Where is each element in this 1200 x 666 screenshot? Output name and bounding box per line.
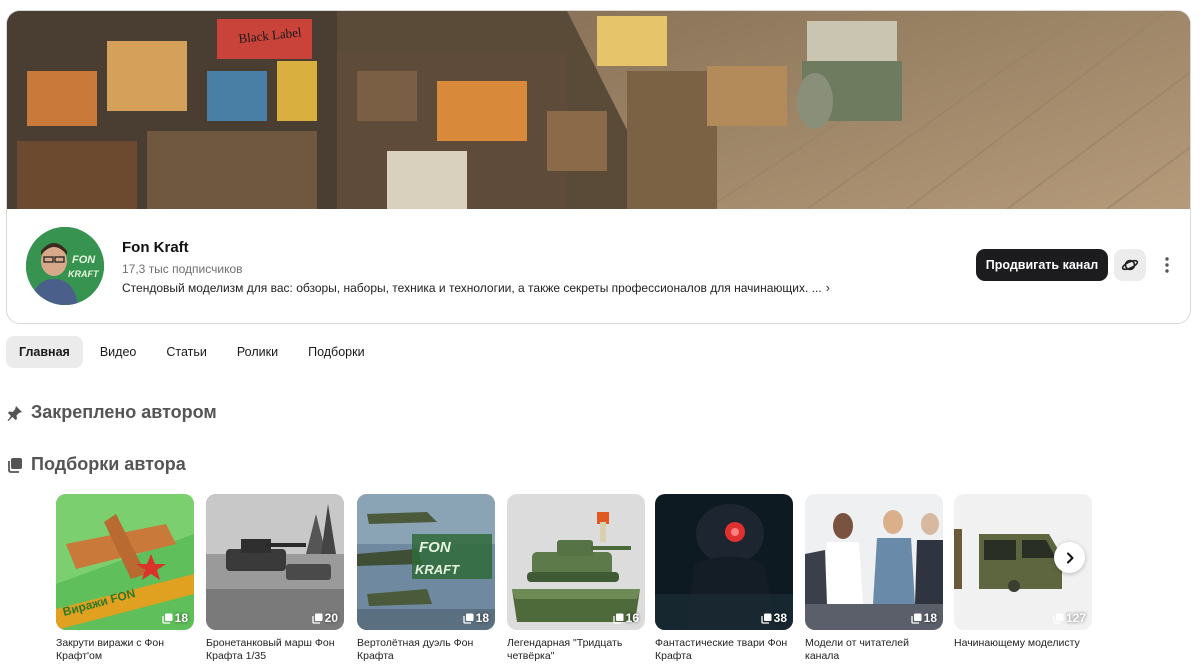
chevron-right-icon	[1066, 552, 1073, 563]
channel-header-card: Black Label FON KRAFT Fon Kraft 17,3 тыс…	[6, 10, 1191, 324]
promote-channel-button[interactable]: Продвигать канал	[976, 249, 1108, 281]
collection-card[interactable]: 18 Модели от читателей канала	[805, 494, 943, 662]
more-options-button[interactable]	[1157, 252, 1177, 278]
collection-thumbnail[interactable]: 38	[655, 494, 793, 630]
tab-articles[interactable]: Статьи	[153, 336, 220, 368]
collection-thumbnail[interactable]: 18	[805, 494, 943, 630]
planet-button[interactable]	[1114, 249, 1146, 281]
collection-stack-icon	[1053, 613, 1064, 624]
collection-thumbnail[interactable]: FON KRAFT 18	[357, 494, 495, 630]
chevron-right-icon[interactable]: ›	[826, 280, 830, 295]
avatar-logo-top: FON	[72, 254, 96, 266]
collection-stack-icon	[462, 613, 474, 624]
collections-section-title: Подборки автора	[6, 454, 186, 475]
collection-count-badge: 18	[910, 611, 937, 625]
collection-count-badge: 18	[161, 611, 188, 625]
collection-title[interactable]: Фантастические твари Фон Крафта	[655, 637, 793, 662]
tab-main[interactable]: Главная	[6, 336, 83, 368]
channel-tabs: Главная Видео Статьи Ролики Подборки	[6, 336, 378, 368]
collection-stack-icon	[161, 613, 173, 624]
planet-icon	[1121, 259, 1139, 271]
collection-title[interactable]: Легендарная "Тридцать четвёрка"	[507, 637, 645, 662]
collection-stack-icon	[6, 456, 24, 474]
tab-collections[interactable]: Подборки	[295, 336, 377, 368]
collection-count-badge: 16	[612, 611, 639, 625]
collection-count: 16	[625, 611, 639, 625]
channel-banner: Black Label	[7, 11, 1190, 209]
collection-count: 18	[923, 611, 937, 625]
channel-name[interactable]: Fon Kraft	[122, 239, 189, 256]
collection-card[interactable]: Виражи FON 18 Закрути виражи с Фон Крафт…	[56, 494, 194, 662]
collections-section-label: Подборки автора	[31, 454, 186, 474]
collection-count: 38	[773, 611, 787, 625]
tab-shorts[interactable]: Ролики	[224, 336, 291, 368]
collection-count-badge: 38	[760, 611, 787, 625]
collection-count: 18	[475, 611, 489, 625]
collection-count-badge: 127	[1053, 611, 1086, 625]
subscriber-count: 17,3 тыс подписчиков	[122, 262, 243, 276]
avatar-logo-bottom: KRAFT	[68, 269, 100, 279]
collection-count: 127	[1065, 611, 1086, 625]
tab-videos[interactable]: Видео	[87, 336, 150, 368]
collection-thumbnail[interactable]: 16	[507, 494, 645, 630]
collection-thumbnail[interactable]: 20	[206, 494, 344, 630]
collections-carousel: Виражи FON 18 Закрути виражи с Фон Крафт…	[56, 494, 1096, 666]
collection-overlay-text-bottom: KRAFT	[415, 562, 460, 577]
collection-count: 18	[174, 611, 188, 625]
collection-overlay-text-top: FON	[419, 539, 452, 556]
carousel-next-button[interactable]	[1054, 542, 1085, 573]
collection-card[interactable]: 20 Бронетанковый марш Фон Крафта 1/35	[206, 494, 344, 662]
collection-title[interactable]: Закрути виражи с Фон Крафт'ом	[56, 637, 194, 662]
pinned-section-title: Закреплено автором	[6, 402, 217, 423]
collection-stack-icon	[760, 613, 772, 624]
collection-thumbnail[interactable]: Виражи FON 18	[56, 494, 194, 630]
collection-stack-icon	[311, 613, 323, 624]
collection-card[interactable]: 16 Легендарная "Тридцать четвёрка"	[507, 494, 645, 662]
channel-description[interactable]: Стендовый моделизм для вас: обзоры, набо…	[122, 280, 830, 295]
collection-card[interactable]: FON KRAFT 18 Вертолётная дуэль Фон Крафт…	[357, 494, 495, 662]
more-vertical-icon	[1165, 257, 1169, 273]
collection-title[interactable]: Вертолётная дуэль Фон Крафта	[357, 637, 495, 662]
collection-count-badge: 18	[462, 611, 489, 625]
pinned-section-label: Закреплено автором	[31, 402, 217, 422]
collection-stack-icon	[910, 613, 922, 624]
channel-avatar[interactable]: FON KRAFT	[26, 227, 104, 305]
channel-description-text: Стендовый моделизм для вас: обзоры, набо…	[122, 281, 822, 295]
pin-icon	[6, 404, 24, 422]
collection-count: 20	[324, 611, 338, 625]
collection-title[interactable]: Бронетанковый марш Фон Крафта 1/35	[206, 637, 344, 662]
collection-card[interactable]: 38 Фантастические твари Фон Крафта	[655, 494, 793, 662]
collection-title[interactable]: Модели от читателей канала	[805, 637, 943, 662]
collection-title[interactable]: Начинающему моделисту	[954, 637, 1092, 650]
collection-count-badge: 20	[311, 611, 338, 625]
collection-stack-icon	[612, 613, 624, 624]
